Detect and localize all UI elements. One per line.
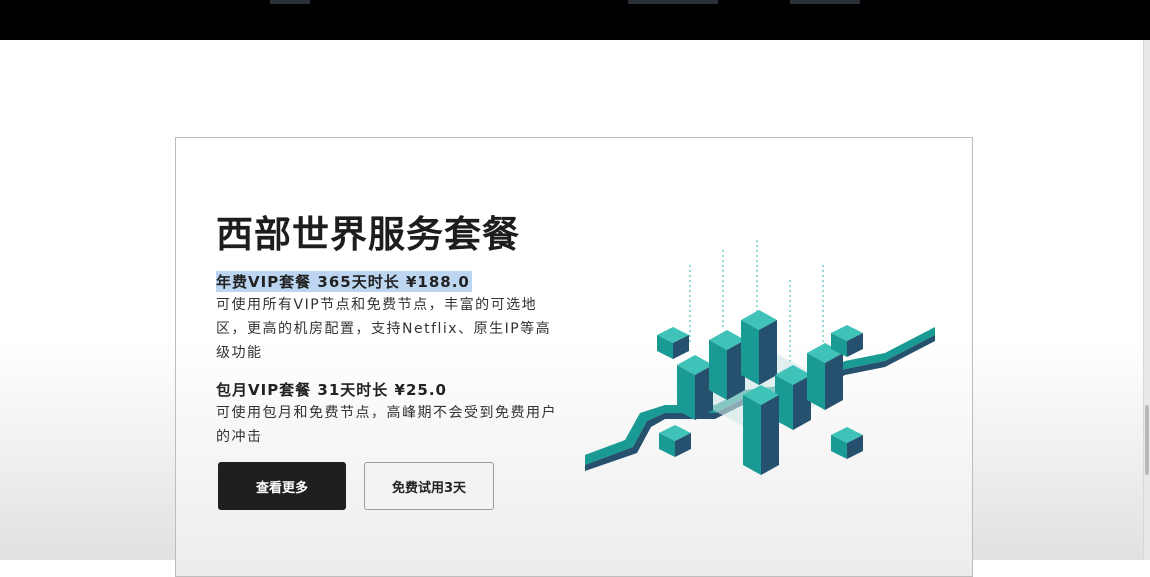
annual-plan-description: 可使用所有VIP节点和免费节点，丰富的可选地区，更高的机房配置，支持Netfli… [216, 297, 552, 361]
annual-plan-name: 年费VIP套餐 365天时长 ¥188.0 [216, 271, 472, 292]
top-bar-artifact [270, 0, 310, 4]
free-trial-button[interactable]: 免费试用3天 [364, 462, 494, 510]
scrollbar-thumb[interactable] [1145, 405, 1149, 475]
monthly-plan-name: 包月VIP套餐 31天时长 ¥25.0 [216, 381, 447, 399]
video-top-bar [0, 0, 1150, 40]
top-bar-artifact [790, 0, 860, 4]
page-title: 西部世界服务套餐 [216, 213, 520, 256]
server-city-illustration [585, 240, 935, 475]
top-bar-artifact [628, 0, 718, 4]
monthly-plan-description: 可使用包月和免费节点，高峰期不会受到免费用户的冲击 [216, 405, 557, 445]
server-towers [677, 310, 843, 475]
view-more-button[interactable]: 查看更多 [218, 462, 346, 510]
scrollbar-track[interactable] [1143, 40, 1150, 560]
